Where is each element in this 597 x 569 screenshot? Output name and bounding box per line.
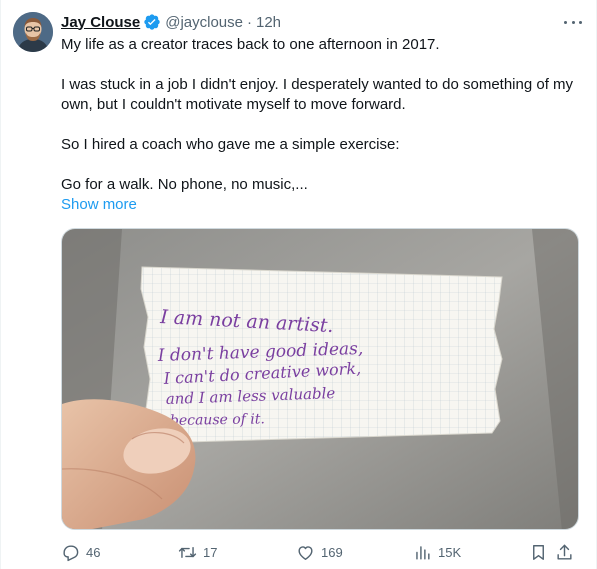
repost-count: 17 bbox=[203, 544, 218, 560]
show-more-link[interactable]: Show more bbox=[61, 195, 137, 215]
reply-button[interactable]: 46 bbox=[61, 543, 100, 562]
tweet-paragraph: I was stuck in a job I didn't enjoy. I d… bbox=[61, 76, 578, 113]
tweet-paragraph: Go for a walk. No phone, no music,... bbox=[61, 176, 308, 193]
bookmark-button[interactable] bbox=[529, 543, 548, 562]
repost-button[interactable]: 17 bbox=[178, 543, 217, 562]
heart-icon bbox=[298, 545, 313, 560]
views-button[interactable]: 15K bbox=[413, 543, 461, 562]
bookmark-icon bbox=[533, 544, 544, 560]
reply-icon bbox=[63, 544, 79, 561]
timestamp[interactable]: 12h bbox=[256, 14, 281, 31]
reply-count: 46 bbox=[86, 544, 101, 560]
more-options-icon[interactable] bbox=[562, 12, 584, 32]
like-button[interactable]: 169 bbox=[296, 543, 343, 562]
action-bar: 46 17 169 15K bbox=[61, 540, 586, 564]
avatar-image bbox=[13, 12, 53, 52]
tweet-paragraph: So I hired a coach who gave me a simple … bbox=[61, 136, 400, 153]
views-icon bbox=[416, 545, 430, 560]
views-count: 15K bbox=[438, 544, 462, 560]
author-handle[interactable]: @jayclouse bbox=[165, 14, 243, 31]
like-count: 169 bbox=[321, 544, 343, 560]
avatar[interactable] bbox=[13, 12, 53, 52]
share-button[interactable] bbox=[555, 543, 574, 562]
author-name[interactable]: Jay Clouse bbox=[61, 14, 140, 31]
share-icon bbox=[557, 544, 572, 560]
tweet-text: My life as a creator traces back to one … bbox=[61, 35, 580, 195]
tweet-photo[interactable]: I am not an artist. I don't have good id… bbox=[61, 228, 579, 530]
handwritten-note-photo: I am not an artist. I don't have good id… bbox=[62, 229, 578, 529]
tweet-card[interactable]: Jay Clouse @jayclouse · 12h My life as a… bbox=[0, 0, 597, 569]
tweet-header: Jay Clouse @jayclouse · 12h bbox=[61, 11, 584, 33]
verified-badge-icon[interactable] bbox=[143, 13, 161, 31]
tweet-paragraph: My life as a creator traces back to one … bbox=[61, 36, 440, 53]
note-line-5: because of it. bbox=[170, 411, 265, 429]
repost-icon bbox=[178, 546, 197, 558]
separator-dot: · bbox=[246, 13, 252, 31]
